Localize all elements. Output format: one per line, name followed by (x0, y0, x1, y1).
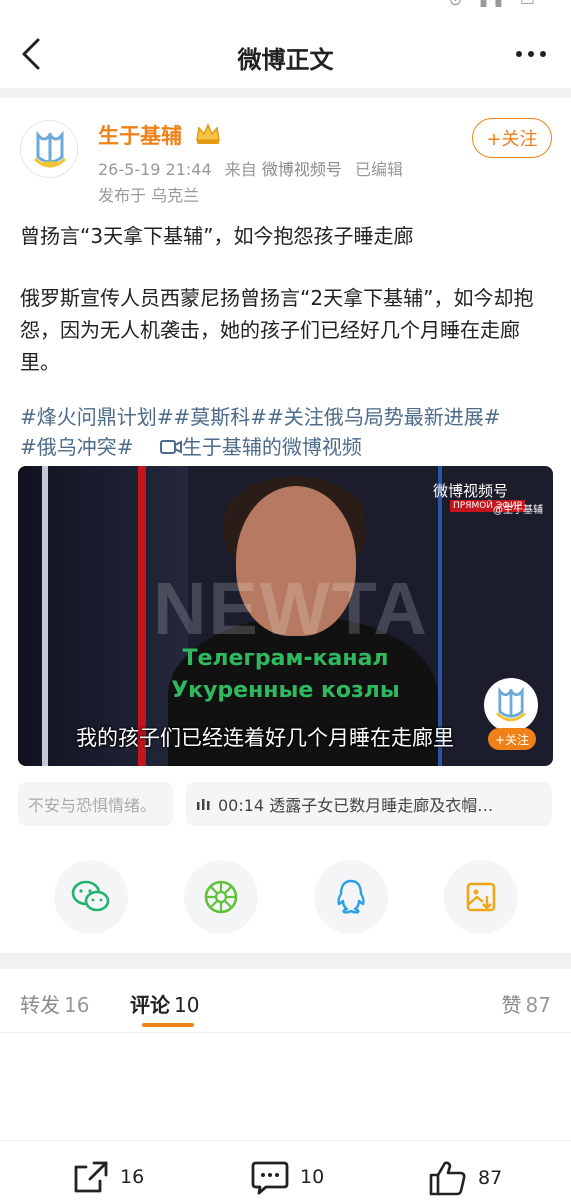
more-dots-icon (516, 51, 546, 57)
tab-comment-label: 评论 (130, 993, 170, 1017)
tab-repost-count: 16 (64, 993, 90, 1017)
wechat-icon (71, 880, 110, 912)
tab-like-label: 赞 (501, 993, 522, 1017)
video-source-link[interactable]: 生于基辅的微博视频 (140, 435, 362, 459)
channel-tag: @生于基辅 (493, 505, 543, 516)
summary-chip[interactable]: 不安与恐惧情绪。 (18, 782, 173, 826)
platform-logo: 微博视频号 (433, 482, 509, 500)
caption-russian-1: Телеграм-канал (182, 646, 389, 671)
video-link-text: 生于基辅的微博视频 (181, 435, 362, 459)
share-row (0, 860, 571, 936)
hashtag-link[interactable]: #关注俄乌局势最新进展# (267, 405, 501, 429)
post-meta: 26-5-19 21:44 来自 微博视频号 已编辑 (98, 156, 403, 180)
save-image-icon (466, 882, 496, 912)
divider-band (0, 953, 571, 969)
tab-like-count: 87 (525, 993, 551, 1017)
more-button[interactable] (513, 44, 549, 64)
video-watermark: NEWTA (153, 567, 429, 650)
save-image-button[interactable] (444, 860, 518, 934)
avatar[interactable] (20, 120, 78, 178)
share-moments-button[interactable] (184, 860, 258, 934)
timestamp-chip-text: 00:14 透露子女已数月睡走廊及衣帽… (218, 796, 494, 815)
caption-russian-2: Укуренные козлы (171, 678, 400, 703)
bottom-action-bar: 16 10 87 (0, 1140, 571, 1200)
repost-icon (74, 1161, 108, 1193)
studio-light (42, 466, 48, 766)
share-wechat-button[interactable] (54, 860, 128, 934)
video-camera-icon (159, 440, 182, 454)
author-name[interactable]: 生于基辅 (98, 120, 182, 150)
video-player[interactable]: NEWTA 微博视频号 ПРЯМОЙ ЭФИР @生于基辅 Телеграм-к… (18, 466, 553, 766)
vip-crown-icon (193, 120, 223, 146)
video-follow-button[interactable]: +关注 (488, 728, 536, 750)
hashtag-block: #烽火问鼎计划##莫斯科##关注俄乌局势最新进展# #俄乌冲突# 生于基辅的微博… (20, 402, 560, 462)
tab-comment[interactable]: 评论 10 (130, 989, 199, 1018)
thumbs-up-icon (429, 1161, 466, 1196)
repost-button[interactable]: 16 (72, 1159, 144, 1195)
status-icons: ⊙ ▮▮ ▭ (449, 0, 541, 9)
like-button[interactable]: 87 (428, 1159, 502, 1197)
share-qq-button[interactable] (314, 860, 388, 934)
tab-repost[interactable]: 转发 16 (20, 989, 89, 1018)
follow-button[interactable]: +关注 (472, 118, 552, 158)
edited-label[interactable]: 已编辑 (355, 160, 403, 179)
repost-count: 16 (120, 1166, 145, 1188)
active-tab-indicator (142, 1023, 194, 1027)
post-body: 俄罗斯宣传人员西蒙尼扬曾扬言“2天拿下基辅”，如今却抱怨，因为无人机袭击，她的孩… (20, 286, 534, 374)
post-location: 发布于 乌克兰 (98, 186, 200, 205)
video-author-avatar[interactable] (484, 678, 538, 732)
like-count: 87 (478, 1167, 503, 1189)
interaction-tabs: 转发 16 评论 10 赞 87 (0, 969, 571, 1033)
author-header: 生于基辅 26-5-19 21:44 来自 微博视频号 已编辑 发布于 乌克兰 … (0, 98, 571, 208)
tab-repost-label: 转发 (20, 993, 60, 1017)
trident-logo-icon (33, 130, 67, 168)
tab-like[interactable]: 赞 87 (502, 989, 551, 1018)
qq-icon (337, 879, 365, 914)
comment-count: 10 (300, 1166, 325, 1188)
video-subtitle: 我的孩子们已经连着好几个月睡在走廊里 (76, 726, 454, 750)
studio-light (438, 466, 442, 766)
comment-icon (251, 1161, 289, 1195)
post-source[interactable]: 微博视频号 (262, 160, 342, 179)
from-prefix: 来自 (224, 160, 257, 179)
post-date: 26-5-19 21:44 (98, 160, 212, 179)
divider-band (0, 88, 571, 98)
hashtag-link[interactable]: #烽火问鼎计划# (20, 405, 174, 429)
studio-light (138, 466, 146, 766)
trident-logo-icon (496, 686, 526, 722)
audio-bars-icon (197, 799, 210, 810)
moments-icon (204, 880, 238, 914)
top-nav-bar: ⊙ ▮▮ ▭ 微博正文 (0, 0, 571, 88)
page-title: 微博正文 (237, 46, 334, 74)
post-title-line: 曾扬言“3天拿下基辅”，如今抱怨孩子睡走廊 (20, 224, 414, 248)
comment-button[interactable]: 10 (250, 1159, 324, 1195)
timestamp-chip[interactable]: 00:14 透露子女已数月睡走廊及衣帽… (186, 782, 552, 826)
hashtag-link[interactable]: #俄乌冲突# (20, 435, 134, 459)
tab-comment-count: 10 (174, 993, 200, 1017)
hashtag-link[interactable]: #莫斯科# (174, 405, 268, 429)
